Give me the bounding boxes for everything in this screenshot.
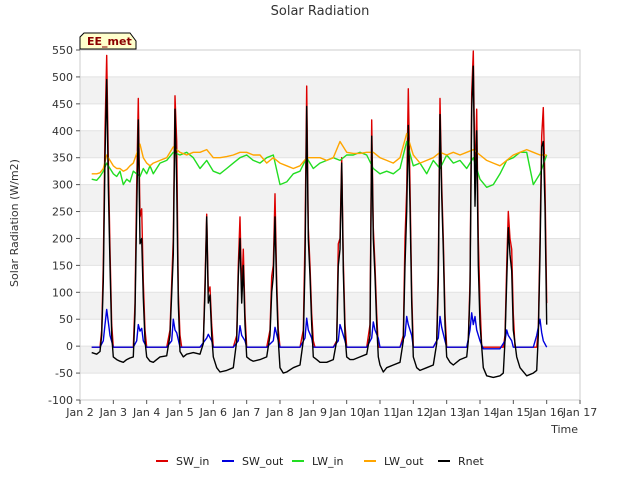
y-tick-label: 50: [59, 313, 73, 326]
y-tick-label: 500: [52, 71, 73, 84]
legend: SW_in SW_out LW_in LW_out Rnet: [156, 455, 484, 468]
x-tick-label: Jan 16: [528, 406, 563, 419]
grid-band: [80, 130, 580, 158]
grid-band: [80, 76, 580, 104]
legend-label: LW_in: [312, 455, 344, 468]
y-tick-label: 550: [52, 44, 73, 57]
grid-band: [80, 184, 580, 212]
y-tick-label: 400: [52, 125, 73, 138]
legend-label: Rnet: [458, 455, 484, 468]
legend-label: SW_out: [242, 455, 284, 468]
x-tick-label: Jan 7: [232, 406, 260, 419]
y-tick-label: 100: [52, 286, 73, 299]
x-tick-label: Jan 10: [328, 406, 363, 419]
y-tick-label: 200: [52, 232, 73, 245]
x-tick-label: Jan 17: [562, 406, 597, 419]
x-tick-label: Jan 3: [99, 406, 127, 419]
legend-label: LW_out: [384, 455, 424, 468]
x-tick-label: Jan 5: [165, 406, 193, 419]
x-axis: Jan 2 Jan 3 Jan 4 Jan 5 Jan 6 Jan 7 Jan 8 Jan 9…: [65, 400, 597, 419]
y-tick-label: 150: [52, 259, 73, 272]
grid-band: [80, 238, 580, 266]
badge-text: EE_met: [87, 35, 132, 48]
x-tick-label: Jan 2: [65, 406, 93, 419]
x-tick-label: Jan 9: [299, 406, 327, 419]
y-tick-label: -50: [55, 367, 73, 380]
series-line-rnet: [91, 65, 548, 379]
x-tick-label: Jan 14: [462, 406, 497, 419]
legend-label: SW_in: [176, 455, 209, 468]
x-tick-label: Jan 15: [495, 406, 530, 419]
station-badge: EE_met: [79, 32, 137, 50]
x-tick-label: Jan 6: [199, 406, 227, 419]
solar-radiation-chart: Solar Radiation -100-5005010015020025030…: [8, 4, 597, 468]
x-tick-label: Jan 4: [132, 406, 160, 419]
x-tick-label: Jan 8: [265, 406, 293, 419]
chart-title: Solar Radiation: [271, 4, 370, 19]
y-axis-title: Solar Radiation (W/m2): [8, 159, 21, 287]
y-tick-label: 350: [52, 152, 73, 165]
y-tick-label: 300: [52, 179, 73, 192]
x-axis-title: Time: [550, 423, 578, 436]
y-tick-label: 250: [52, 206, 73, 219]
x-tick-label: Jan 11: [362, 406, 397, 419]
y-axis: -100-50050100150200250300350400450500550: [48, 44, 80, 407]
y-tick-label: 450: [52, 98, 73, 111]
y-tick-label: 0: [66, 340, 73, 353]
x-tick-label: Jan 12: [395, 406, 430, 419]
x-tick-label: Jan 13: [428, 406, 463, 419]
